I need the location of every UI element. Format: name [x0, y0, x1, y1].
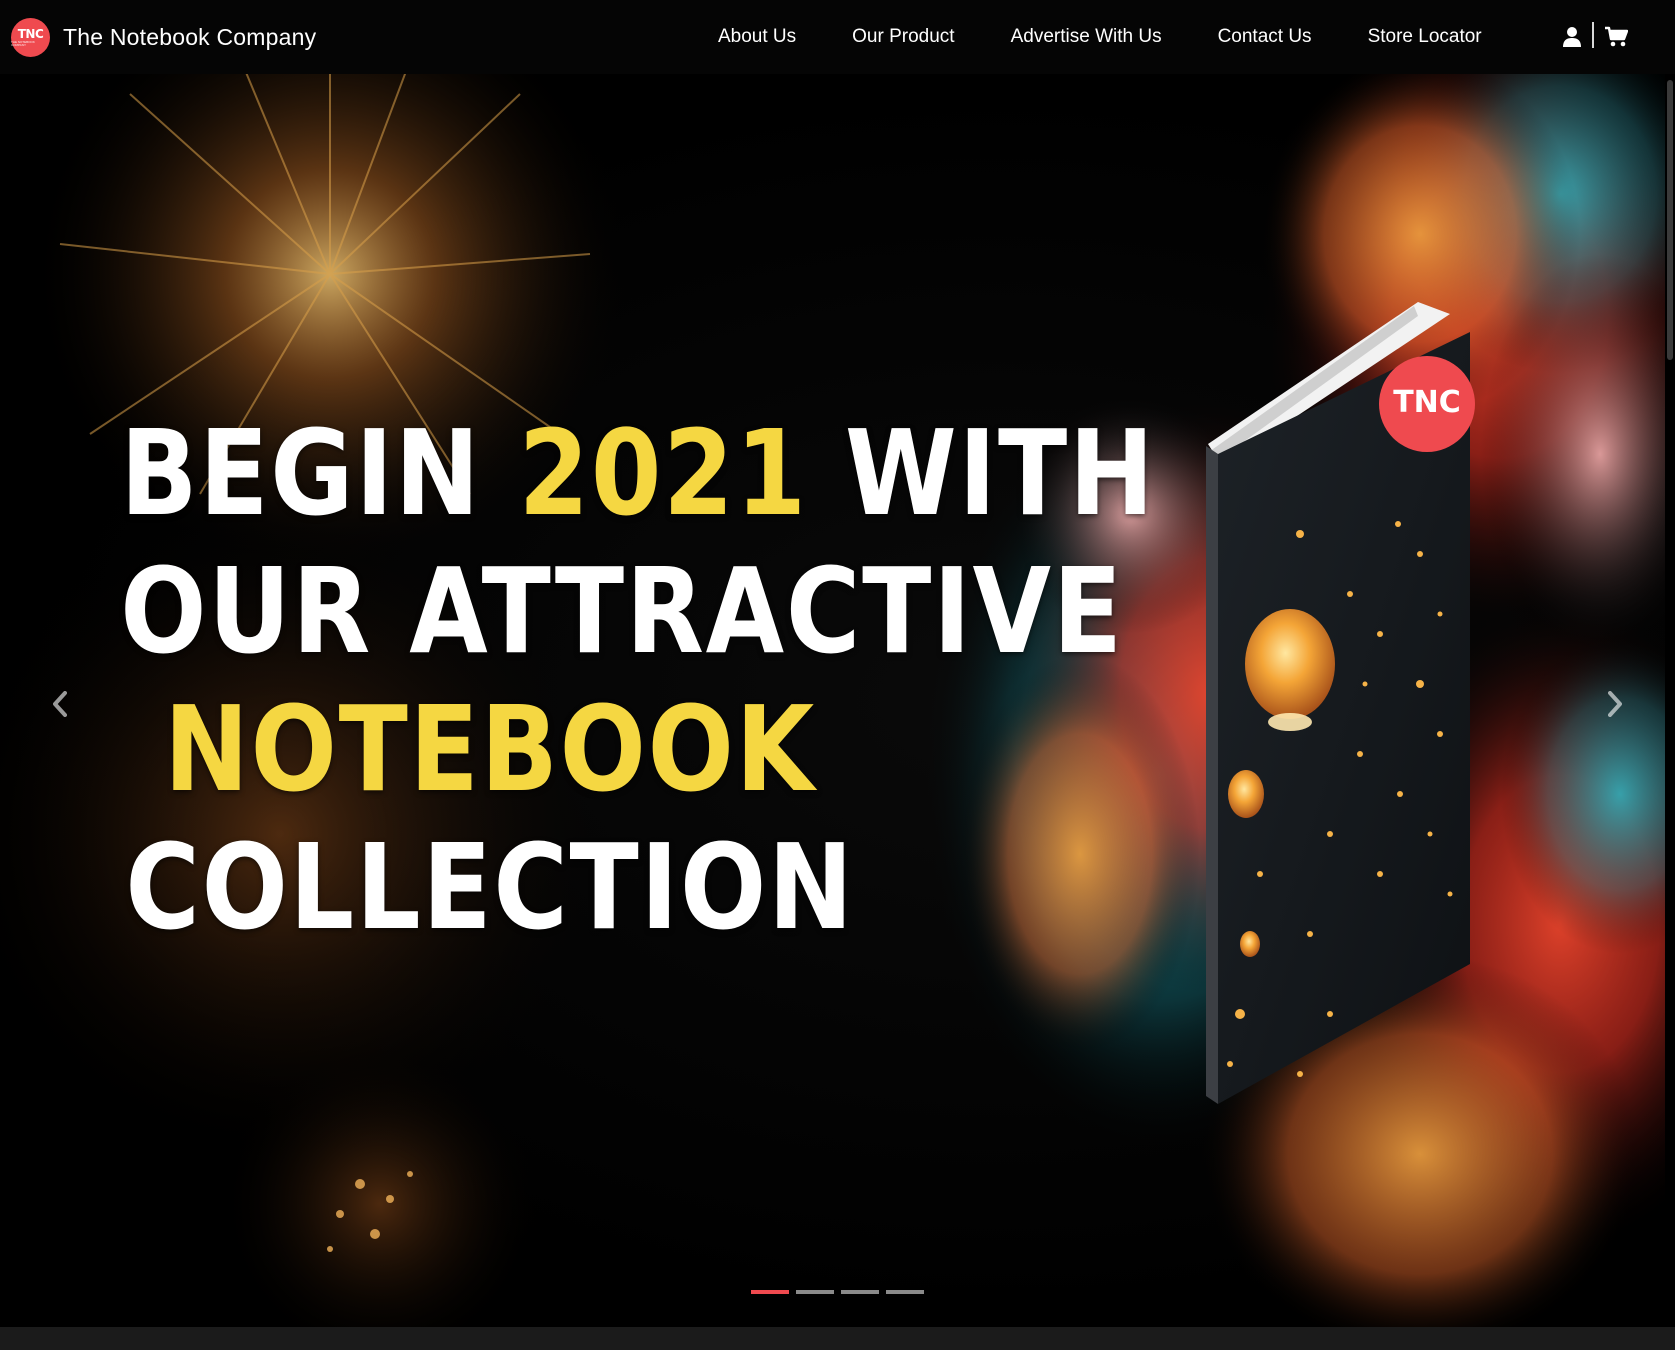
- cart-icon[interactable]: [1604, 26, 1628, 48]
- carousel-indicator-2[interactable]: [796, 1290, 834, 1294]
- nav-icons: [1562, 0, 1628, 74]
- nav-menu: About Us Our Product Advertise With Us C…: [718, 0, 1482, 74]
- brand-home-link[interactable]: TNC THE NOTEBOOK COMPANY The Notebook Co…: [11, 0, 316, 74]
- headline-line-3: NOTEBOOK: [163, 680, 817, 818]
- scrollbar-thumb[interactable]: [1667, 80, 1673, 360]
- brand-name: The Notebook Company: [63, 23, 317, 50]
- nav-our-product[interactable]: Our Product: [852, 26, 954, 48]
- nav-about-us[interactable]: About Us: [718, 26, 796, 48]
- carousel-indicator-1[interactable]: [751, 1290, 789, 1294]
- logo-text: TNC: [17, 26, 44, 41]
- user-icon[interactable]: [1562, 26, 1582, 48]
- chevron-left-icon: [53, 691, 67, 717]
- carousel-next-button[interactable]: [1585, 674, 1645, 734]
- nav-advertise-with-us[interactable]: Advertise With Us: [1011, 26, 1162, 48]
- carousel-indicators: [751, 1290, 924, 1294]
- page-scrollbar[interactable]: [1665, 74, 1675, 1327]
- headline-line-2: OUR ATTRACTIVE: [120, 542, 1124, 680]
- hero-headline: BEGIN 2021 WITH OUR ATTRACTIVE NOTEBOOK …: [60, 404, 1156, 956]
- nav-store-locator[interactable]: Store Locator: [1368, 26, 1482, 48]
- chevron-right-icon: [1608, 691, 1622, 717]
- hero-carousel: TNC BEGIN 2021 WITH OUR ATTRACTIVE NOTEB…: [0, 74, 1675, 1327]
- tnc-logo: TNC THE NOTEBOOK COMPANY: [11, 17, 50, 57]
- headline-line-1: BEGIN 2021 WITH: [120, 404, 1156, 542]
- top-navbar: TNC THE NOTEBOOK COMPANY The Notebook Co…: [0, 0, 1675, 74]
- book-logo-text: TNC: [1393, 385, 1461, 420]
- carousel-indicator-4[interactable]: [886, 1290, 924, 1294]
- nav-contact-us[interactable]: Contact Us: [1218, 26, 1312, 48]
- logo-subtext: THE NOTEBOOK COMPANY: [11, 39, 35, 47]
- carousel-prev-button[interactable]: [30, 674, 90, 734]
- nav-icon-divider: [1592, 22, 1594, 48]
- next-section-edge: [0, 1327, 1675, 1350]
- carousel-indicator-3[interactable]: [841, 1290, 879, 1294]
- headline-year: 2021: [518, 404, 808, 542]
- headline-line-4: COLLECTION: [125, 818, 855, 956]
